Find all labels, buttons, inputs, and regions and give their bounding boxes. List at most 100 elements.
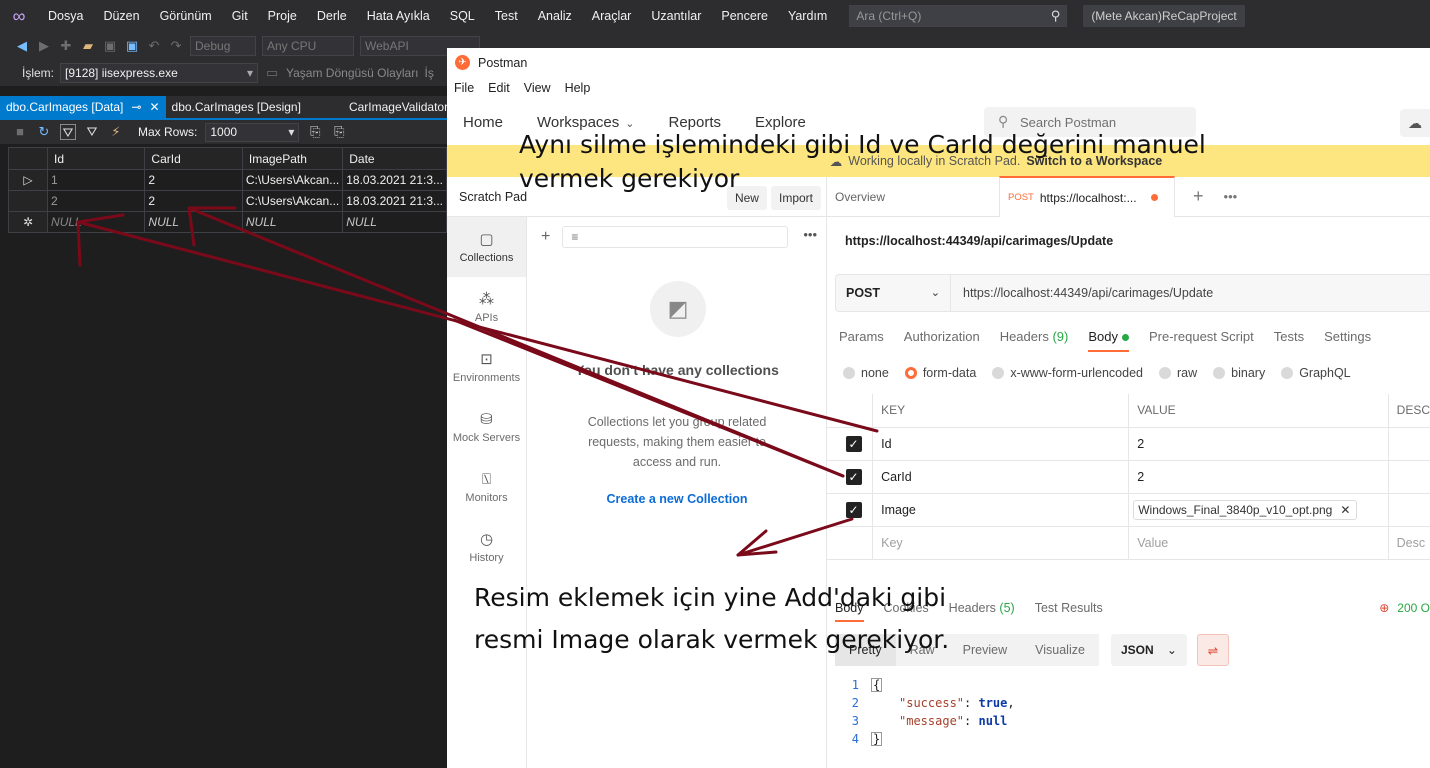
- column-header-imagepath[interactable]: ImagePath: [241, 147, 344, 170]
- column-header-id[interactable]: Id: [47, 147, 146, 170]
- kv-checkbox[interactable]: ✓: [827, 427, 874, 461]
- menu-yardim[interactable]: Yardım: [778, 0, 837, 32]
- sidebar-item-history[interactable]: ◷ History: [447, 517, 526, 577]
- tab-carimages-design[interactable]: dbo.CarImages [Design]: [166, 96, 307, 118]
- row-header[interactable]: [7, 190, 49, 212]
- radio-none[interactable]: none: [843, 366, 889, 380]
- save-icon[interactable]: ▣: [102, 38, 118, 54]
- menu-gorunum[interactable]: Görünüm: [150, 0, 222, 32]
- url-input[interactable]: https://localhost:44349/api/carimages/Up…: [951, 275, 1430, 311]
- kv-desc[interactable]: [1388, 460, 1430, 494]
- menu-help[interactable]: Help: [565, 81, 591, 95]
- forward-icon[interactable]: ▶: [36, 38, 52, 54]
- refresh-icon[interactable]: ↻: [36, 124, 52, 140]
- tab-carimages-data[interactable]: dbo.CarImages [Data] ⊸ ✕: [0, 96, 166, 118]
- grid-corner[interactable]: [7, 147, 49, 170]
- method-select[interactable]: POST ⌄: [836, 275, 951, 311]
- process-select[interactable]: [9128] iisexpress.exe ▾: [60, 63, 259, 83]
- close-icon[interactable]: ✕: [149, 96, 159, 118]
- script-icon[interactable]: ⚡: [108, 124, 124, 140]
- kv-value[interactable]: 2: [1128, 460, 1389, 494]
- back-icon[interactable]: ◀: [14, 38, 30, 54]
- tab-params[interactable]: Params: [839, 329, 884, 352]
- undo-icon[interactable]: ↶: [146, 38, 162, 54]
- column-header-carid[interactable]: CarId: [144, 147, 243, 170]
- nav-home[interactable]: Home: [463, 114, 503, 131]
- resp-tab-headers[interactable]: Headers (5): [949, 601, 1015, 622]
- stop-icon[interactable]: ■: [12, 124, 28, 140]
- response-body[interactable]: 1{ 2 "success": true, 3 "message": null 4}: [827, 676, 1430, 748]
- radio-binary[interactable]: binary: [1213, 366, 1265, 380]
- kv-key-placeholder[interactable]: Key: [872, 526, 1130, 560]
- menu-test[interactable]: Test: [485, 0, 528, 32]
- menu-duzen[interactable]: Düzen: [93, 0, 149, 32]
- radio-graphql[interactable]: GraphQL: [1281, 366, 1351, 380]
- tab-authorization[interactable]: Authorization: [904, 329, 980, 352]
- kv-desc-placeholder[interactable]: Desc: [1388, 526, 1430, 560]
- kv-checkbox[interactable]: ✓: [827, 493, 874, 527]
- wrap-lines-icon[interactable]: ⇌: [1196, 634, 1229, 666]
- tab-prerequest-script[interactable]: Pre-request Script: [1149, 329, 1254, 352]
- open-folder-icon[interactable]: ▰: [80, 38, 96, 54]
- menu-file[interactable]: File: [454, 81, 474, 95]
- tab-body[interactable]: Body: [1088, 329, 1129, 352]
- view-visualize[interactable]: Visualize: [1021, 634, 1099, 666]
- tab-carimage-validator[interactable]: CarImageValidator: [343, 96, 454, 118]
- menu-view[interactable]: View: [524, 81, 551, 95]
- cell-carid[interactable]: NULL: [144, 211, 243, 233]
- cell-date[interactable]: 18.03.2021 21:3...: [342, 190, 447, 212]
- menu-sql[interactable]: SQL: [440, 0, 485, 32]
- cell-id[interactable]: NULL: [47, 211, 146, 233]
- kv-checkbox[interactable]: ✓: [827, 460, 874, 494]
- kv-desc[interactable]: [1388, 493, 1430, 527]
- cell-carid[interactable]: 2: [144, 169, 243, 191]
- kv-value[interactable]: 2: [1128, 427, 1389, 461]
- kv-value-placeholder[interactable]: Value: [1128, 526, 1389, 560]
- sidebar-item-mock-servers[interactable]: ⛁ Mock Servers: [447, 397, 526, 457]
- export-icon[interactable]: ⎘: [307, 124, 323, 140]
- save-all-icon[interactable]: ▣: [124, 38, 140, 54]
- tab-settings[interactable]: Settings: [1324, 329, 1371, 352]
- pin-icon[interactable]: ⊸: [131, 96, 141, 118]
- resp-tab-test-results[interactable]: Test Results: [1035, 601, 1103, 622]
- table-row-new[interactable]: ✲ NULL NULL NULL NULL: [7, 211, 447, 233]
- collections-filter-input[interactable]: ≡: [562, 226, 789, 248]
- cell-imagepath[interactable]: NULL: [241, 211, 344, 233]
- cell-carid[interactable]: 2: [144, 190, 243, 212]
- create-collection-link[interactable]: Create a new Collection: [567, 492, 787, 506]
- kv-key[interactable]: Image: [872, 493, 1130, 527]
- cloud-sync-icon[interactable]: ☁: [1400, 109, 1430, 137]
- visual-studio-logo-icon[interactable]: ∞: [0, 0, 38, 32]
- kv-key[interactable]: CarId: [872, 460, 1130, 494]
- cell-id[interactable]: 1: [47, 169, 146, 191]
- radio-form-data[interactable]: form-data: [904, 366, 976, 380]
- radio-urlencoded[interactable]: x-www-form-urlencoded: [992, 366, 1143, 380]
- more-options-icon[interactable]: •••: [803, 227, 817, 242]
- filter-clear-icon[interactable]: ⛛: [60, 124, 76, 140]
- current-row-indicator-icon[interactable]: ▷: [7, 169, 49, 191]
- tab-headers[interactable]: Headers (9): [1000, 329, 1069, 352]
- max-rows-select[interactable]: 1000 ▾: [205, 122, 300, 142]
- script-export-icon[interactable]: ⎘: [331, 124, 347, 140]
- status-code[interactable]: 200 O: [1397, 601, 1430, 615]
- tab-tests[interactable]: Tests: [1274, 329, 1304, 352]
- lifecycle-events-dropdown[interactable]: Yaşam Döngüsü Olayları: [286, 66, 419, 80]
- vs-search-input[interactable]: Ara (Ctrl+Q) ⚲: [849, 5, 1068, 27]
- menu-dosya[interactable]: Dosya: [38, 0, 93, 32]
- new-row-icon[interactable]: ✲: [7, 211, 49, 233]
- cell-date[interactable]: 18.03.2021 21:3...: [342, 169, 447, 191]
- format-select[interactable]: JSON ⌄: [1110, 634, 1187, 666]
- sidebar-item-monitors[interactable]: ⍂ Monitors: [447, 457, 526, 517]
- file-chip[interactable]: Windows_Final_3840p_v10_opt.png ✕: [1133, 499, 1358, 520]
- menu-proje[interactable]: Proje: [258, 0, 307, 32]
- cell-imagepath[interactable]: C:\Users\Akcan...: [241, 190, 344, 212]
- radio-raw[interactable]: raw: [1159, 366, 1197, 380]
- thread-dropdown[interactable]: İş: [425, 66, 434, 80]
- menu-git[interactable]: Git: [222, 0, 258, 32]
- remove-file-icon[interactable]: ✕: [1340, 503, 1350, 517]
- new-project-icon[interactable]: ✚: [58, 38, 74, 54]
- sidebar-item-collections[interactable]: ▢ Collections: [447, 217, 526, 277]
- redo-icon[interactable]: ↷: [168, 38, 184, 54]
- sidebar-item-environments[interactable]: ⊡ Environments: [447, 337, 526, 397]
- column-header-date[interactable]: Date: [342, 147, 447, 170]
